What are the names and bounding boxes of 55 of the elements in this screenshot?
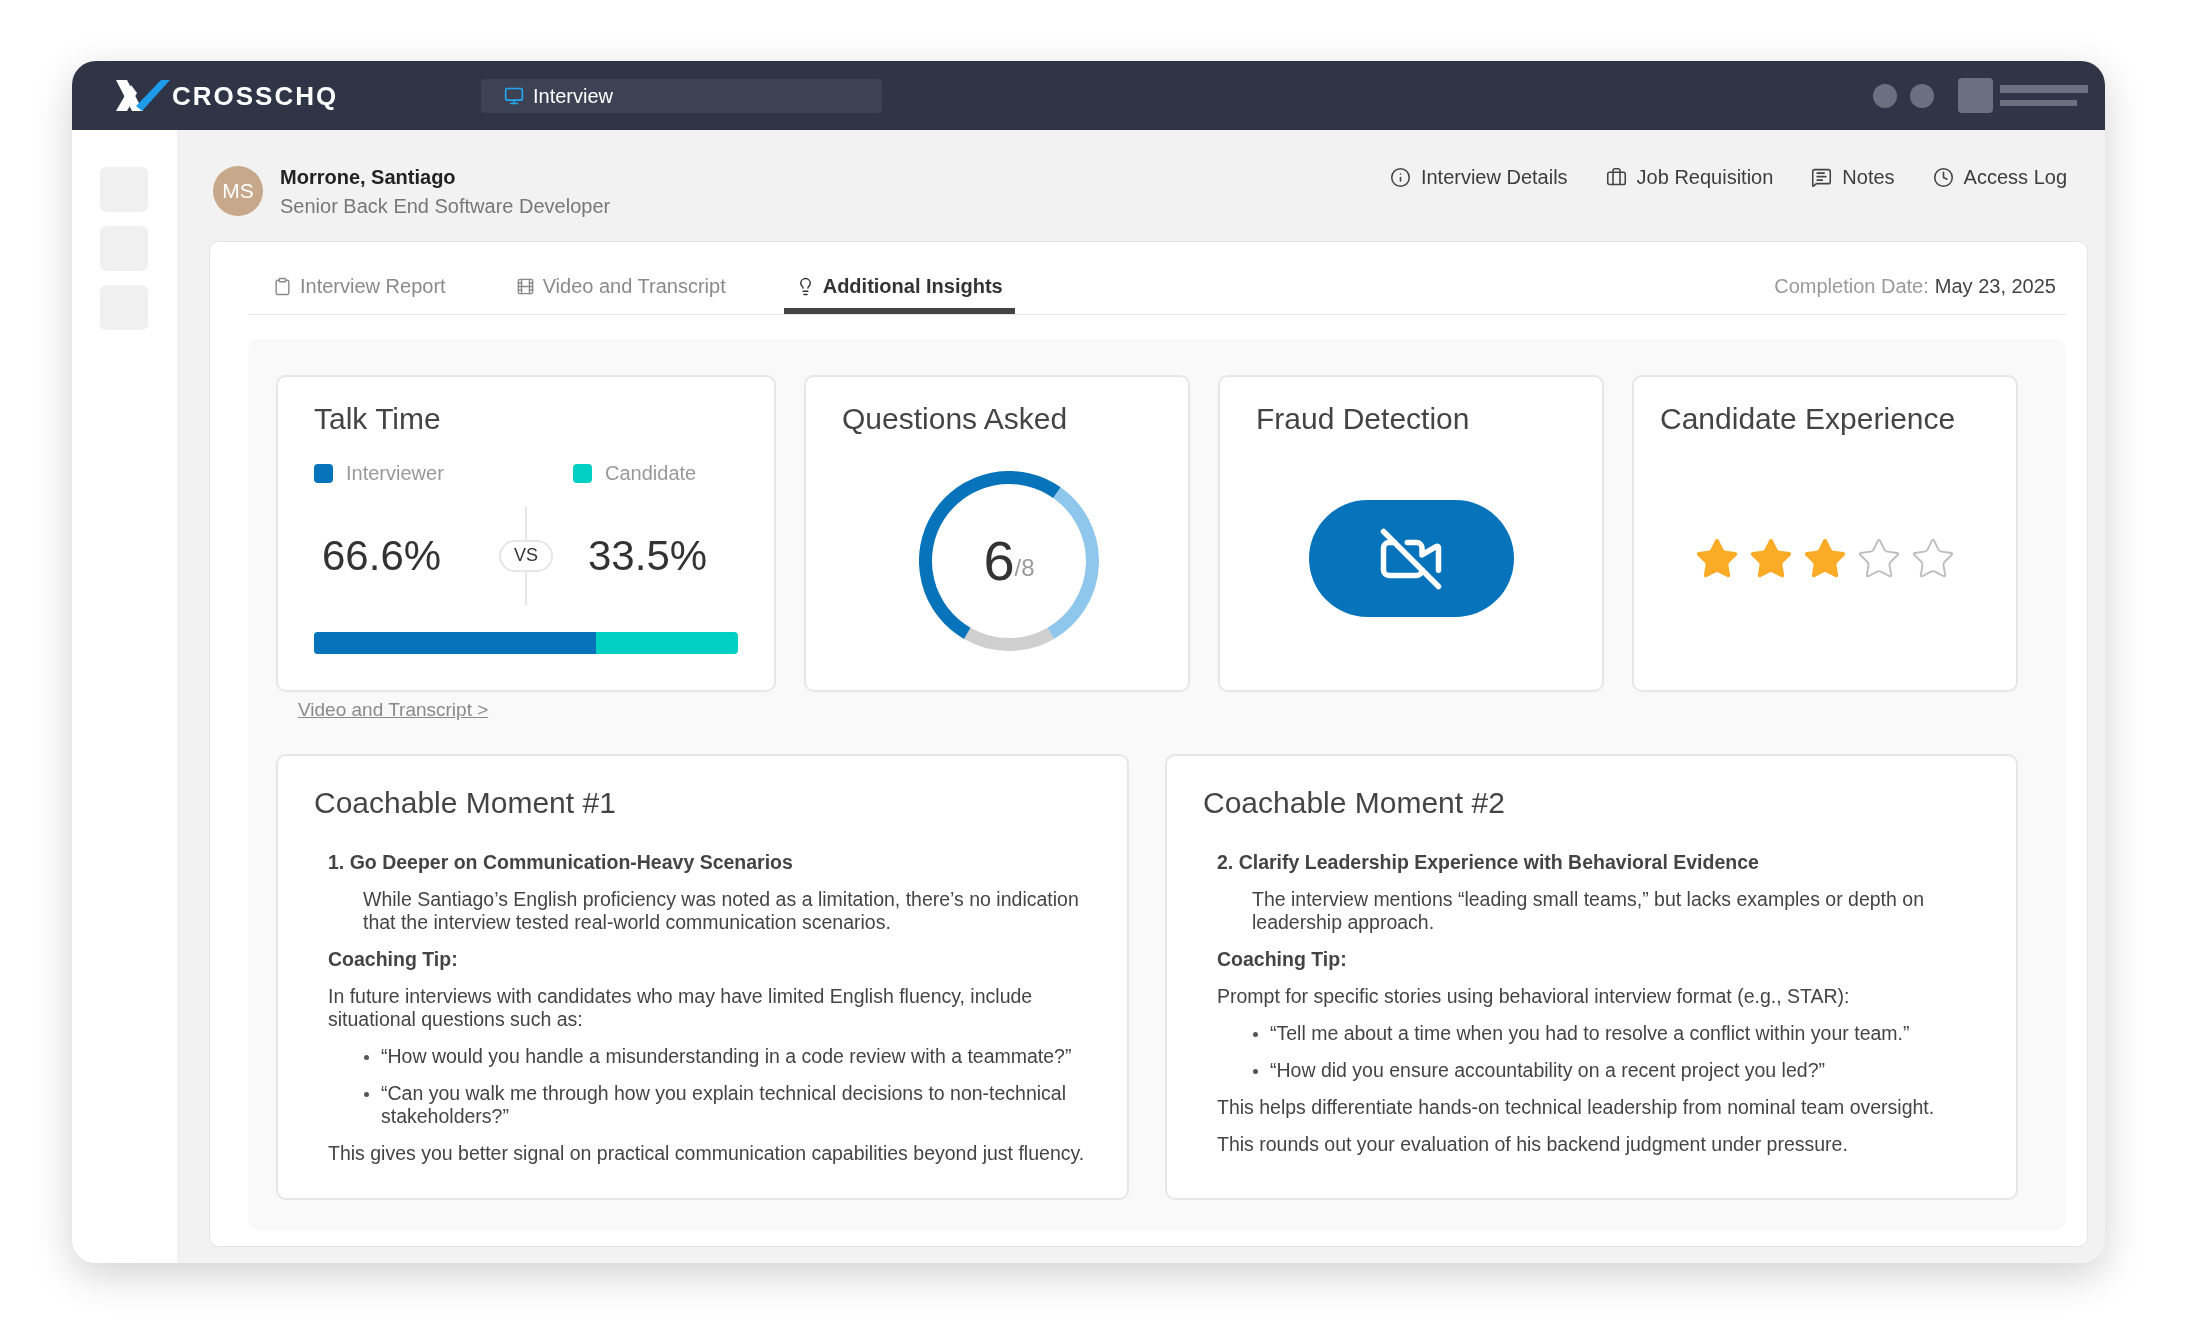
card-title: Questions Asked (842, 401, 1069, 437)
moment-description: The interview mentions “leading small teams,” but lacks examples or depth on leadership approach. (1251, 888, 1925, 934)
icon-placeholder (1910, 83, 1934, 108)
clock-icon (1932, 166, 1954, 188)
questions-count: 6 (983, 530, 1015, 591)
logo-mark-icon (116, 80, 170, 111)
avatar: MS (213, 166, 263, 216)
icon-placeholder (1873, 83, 1897, 108)
completion-label: Completion Date: (1774, 274, 1929, 298)
avatar-placeholder (1958, 78, 1993, 113)
tab[interactable]: Additional Insights (783, 274, 1015, 314)
header-link[interactable]: Interview Details (1389, 164, 1568, 190)
example-question: “Can you walk me through how you explain technical decisions to non-technical stakeholders?” (381, 1082, 1068, 1128)
monitor-icon (504, 85, 524, 106)
header-link[interactable]: Notes (1811, 164, 1895, 190)
bullet-icon (364, 1055, 369, 1060)
section-tab[interactable]: Interview (481, 78, 882, 113)
info-icon (1389, 166, 1411, 188)
card-title: Talk Time (314, 401, 442, 437)
candidate-name: Morrone, Santiago (280, 165, 457, 190)
bullet-icon (1253, 1069, 1258, 1074)
completion-date: May 23, 2025 (1934, 274, 2056, 298)
closing-note: This gives you better signal on practical communication capabilities beyond just fluency. (328, 1142, 1086, 1165)
briefcase-icon (1605, 166, 1627, 188)
moment-heading: 2. Clarify Leadership Experience with Behavioral Evidence (1217, 851, 1760, 874)
legend-label: Candidate (605, 462, 697, 484)
candidate-share: 33.5% (588, 531, 708, 579)
tip-intro: Prompt for specific stories using behavioral interview format (e.g., STAR): (1217, 985, 1851, 1008)
comment-icon (1811, 166, 1833, 188)
example-question: “Tell me about a time when you had to resolve a conflict within your team.” (1270, 1022, 1910, 1045)
moment-description: While Santiago’s English proficiency was noted as a limitation, there’s no indication that the interview tested real-world communication scenarios. (362, 888, 1080, 934)
bullet-icon (1253, 1032, 1258, 1037)
interviewer-share: 66.6% (322, 531, 442, 579)
closing-note: This helps differentiate hands-on technical leadership from nominal team oversight. (1217, 1096, 1936, 1119)
vs-label: VS (499, 539, 553, 572)
logo-text: CROSSCHQ (172, 80, 339, 111)
legend-label: Interviewer (346, 462, 444, 484)
candidate-role: Senior Back End Software Developer (280, 194, 611, 219)
closing-note: This rounds out your evaluation of his backend judgment under pressure. (1217, 1133, 1849, 1156)
card-title: Coachable Moment #2 (1203, 785, 1506, 821)
moment-heading: 1. Go Deeper on Communication-Heavy Scenarios (328, 851, 794, 874)
film-icon (515, 276, 535, 296)
example-question: “How did you ensure accountability on a recent project you led?” (1270, 1059, 1825, 1082)
card-title: Candidate Experience (1659, 401, 1957, 437)
tip-label: Coaching Tip: (1217, 948, 1348, 971)
tip-label: Coaching Tip: (328, 948, 459, 971)
card-title: Coachable Moment #1 (314, 785, 617, 821)
card-title: Fraud Detection (1256, 401, 1471, 437)
questions-total: /8 (1014, 553, 1035, 582)
tip-intro: In future interviews with candidates who may have limited English fluency, include situational questions such as: (328, 985, 1034, 1031)
header-link[interactable]: Access Log (1932, 164, 2067, 190)
bullet-icon (364, 1092, 369, 1097)
example-question: “How would you handle a misunderstanding in a code review with a teammate?” (381, 1045, 1072, 1068)
clipboard-icon (273, 276, 292, 296)
header-link[interactable]: Job Requisition (1605, 164, 1774, 190)
